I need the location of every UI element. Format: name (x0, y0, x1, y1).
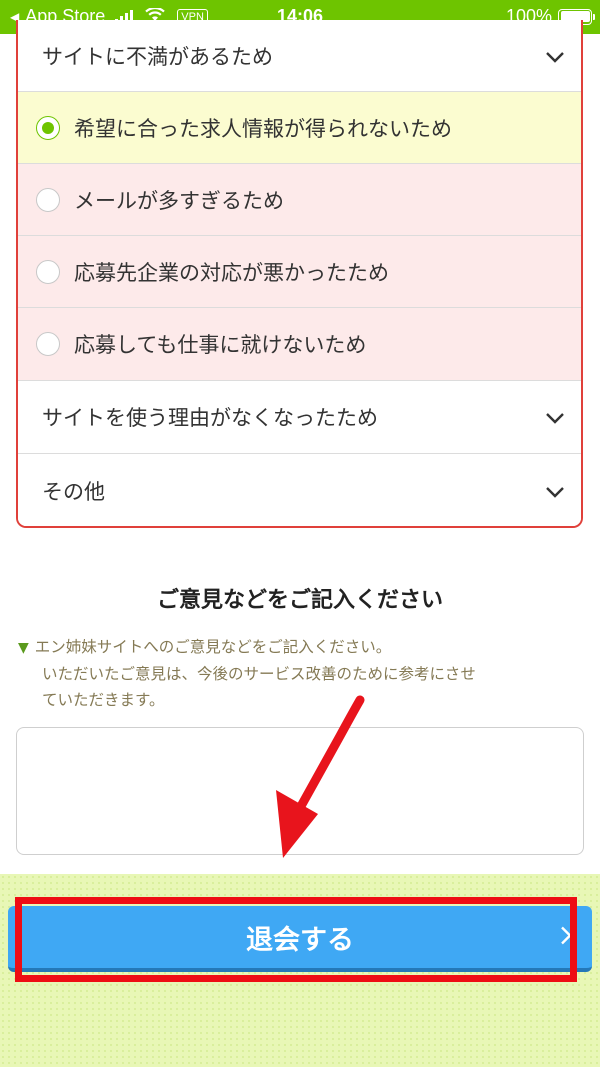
opinion-note: ▼ エン姉妹サイトへのご意見などをご記入ください。 いただいたご意見は、今後のサー… (18, 634, 588, 713)
radio-button-selected[interactable] (36, 115, 60, 140)
chevron-down-icon (545, 479, 565, 503)
reason-category-label: サイトを使う理由がなくなったため (42, 406, 378, 430)
reason-category-no-reason[interactable]: サイトを使う理由がなくなったため (18, 381, 581, 454)
withdraw-reason-list: サイトに不満があるため 希望に合った求人情報が得られないため メールが多すぎるた… (16, 20, 583, 528)
reason-category-dissatisfied[interactable]: サイトに不満があるため (18, 20, 581, 92)
radio-button[interactable] (36, 332, 60, 356)
reason-option[interactable]: 応募しても仕事に就けないため (18, 308, 581, 381)
chevron-down-icon (545, 405, 565, 429)
reason-option[interactable]: 希望に合った求人情報が得られないため (18, 92, 581, 164)
reason-option-label: 応募しても仕事に就けないため (74, 333, 367, 357)
opinion-note-line: ていただきます。 (42, 691, 165, 709)
triangle-down-icon: ▼ (18, 640, 29, 656)
reason-option-label: 応募先企業の対応が悪かったため (74, 260, 389, 285)
opinion-section-title: ご意見などをご記入ください (156, 588, 443, 613)
opinion-note-line: ▼ エン姉妹サイトへのご意見などをご記入ください。 (18, 638, 392, 656)
chevron-down-icon (545, 44, 565, 68)
chevron-right-icon (560, 922, 572, 953)
reason-option[interactable]: 応募先企業の対応が悪かったため (18, 236, 581, 308)
radio-button[interactable] (36, 187, 60, 212)
reason-category-other[interactable]: その他 (18, 454, 581, 526)
reason-category-label: その他 (42, 480, 105, 504)
reason-option-label: メールが多すぎるため (74, 188, 284, 213)
opinion-textarea[interactable] (16, 727, 584, 855)
reason-option-label: 希望に合った求人情報が得られないため (74, 116, 452, 141)
radio-button[interactable] (36, 259, 60, 284)
reason-option[interactable]: メールが多すぎるため (18, 164, 581, 236)
opinion-note-line: いただいたご意見は、今後のサービス改善のために参考にさせ (42, 665, 476, 683)
reason-category-label: サイトに不満があるため (42, 44, 273, 69)
withdraw-button-label: 退会する (246, 924, 354, 956)
withdraw-button[interactable]: 退会する (8, 906, 592, 972)
